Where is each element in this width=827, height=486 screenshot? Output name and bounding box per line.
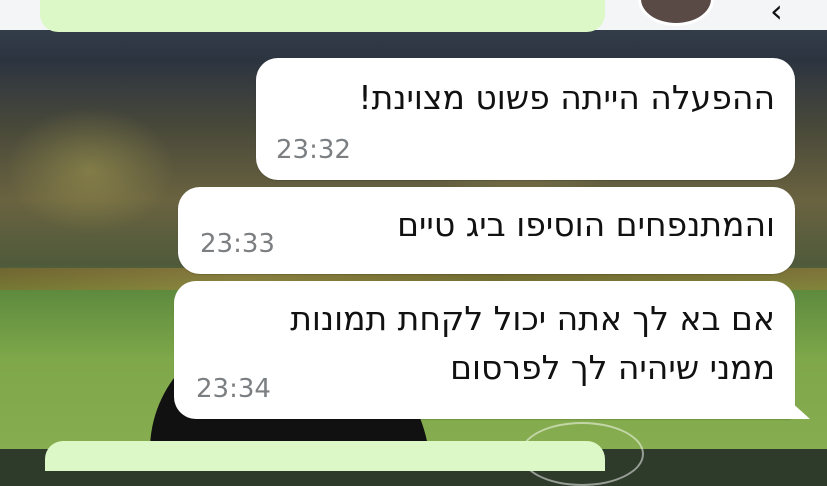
message-bubble-2[interactable]: והמתנפחים הוסיפו ביג טיים 23:33 — [178, 187, 795, 274]
message-bubble-tail — [790, 401, 810, 419]
message-timestamp: 23:32 — [276, 135, 351, 165]
message-bubble-3[interactable]: אם בא לך אתה יכול לקחת תמונות ממני שיהיה… — [174, 281, 795, 419]
message-text-line-1: אם בא לך אתה יכול לקחת תמונות — [290, 299, 775, 338]
message-timestamp: 23:33 — [200, 229, 275, 259]
message-timestamp: 23:34 — [196, 374, 271, 404]
previous-outgoing-bubble[interactable] — [40, 0, 605, 32]
next-outgoing-bubble[interactable] — [45, 441, 605, 471]
message-text: והמתנפחים הוסיפו ביג טיים — [397, 205, 775, 244]
message-text-line-2: ממני שיהיה לך לפרסום — [450, 348, 775, 387]
message-bubble-1[interactable]: ההפעלה הייתה פשוט מצוינת! 23:32 — [256, 58, 795, 180]
message-text: ההפעלה הייתה פשוט מצוינת! — [358, 78, 775, 117]
back-chevron-icon[interactable]: ‹ — [770, 0, 783, 30]
